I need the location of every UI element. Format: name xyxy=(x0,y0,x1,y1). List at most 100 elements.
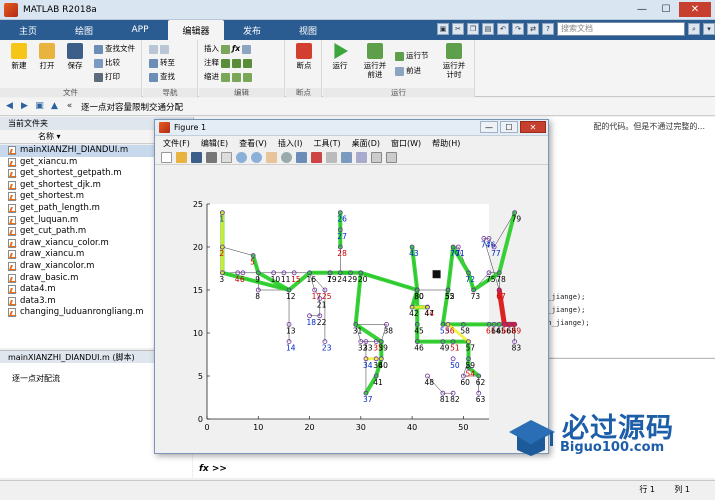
node-label: 73 xyxy=(471,292,481,301)
menu-help[interactable]: 帮助(H) xyxy=(432,138,460,149)
legend-icon[interactable] xyxy=(356,151,367,163)
node-label: 77 xyxy=(491,249,501,258)
undo-icon[interactable]: ↶ xyxy=(497,23,509,35)
figure-toolbar xyxy=(155,150,548,165)
network-plot[interactable]: 123 456 789 10 1112131415 16171819 20212223242… xyxy=(155,166,548,453)
ribbon-group-breakpoints: 断点 断点 xyxy=(286,40,322,97)
menu-file[interactable]: 文件(F) xyxy=(163,138,190,149)
up-folder-icon[interactable]: ▲ xyxy=(49,101,60,112)
menu-view[interactable]: 查看(V) xyxy=(239,138,267,149)
insert-button[interactable]: 插入 ƒx xyxy=(204,43,252,55)
node-label: 31 xyxy=(353,326,363,335)
minimize-button[interactable]: — xyxy=(631,2,653,17)
browse-folder-icon[interactable]: ▣ xyxy=(34,101,45,112)
redo-icon[interactable]: ↷ xyxy=(512,23,524,35)
menu-insert[interactable]: 插入(I) xyxy=(278,138,303,149)
brush-icon[interactable] xyxy=(311,151,322,163)
comment-icon xyxy=(221,58,230,68)
run-play-icon xyxy=(334,43,348,59)
ribbon-group-navigate: 转至 查找 导航 xyxy=(143,40,198,97)
run-and-time-button[interactable]: 运行并 计时 xyxy=(438,43,470,79)
ribbon-group-file: 新建 打开 保存 查找文件 比较 打印 文件 xyxy=(0,40,142,97)
figure-canvas[interactable]: 1 2 3 4 5 6 7 8 9 10 11 12 13 14 15 16 17 18 19 20 21 22 23 24 2… xyxy=(155,166,548,453)
folder-icon xyxy=(39,43,55,59)
decrease-indent-icon xyxy=(243,72,252,82)
node-label: 23 xyxy=(322,344,332,353)
breakpoints-button[interactable]: 断点 xyxy=(291,43,317,70)
rotate-icon[interactable] xyxy=(281,151,292,163)
comment-button[interactable]: 注释 xyxy=(204,57,252,69)
tab-home[interactable]: 主页 xyxy=(0,20,56,40)
figure-minimize-button[interactable]: — xyxy=(480,121,498,133)
copy-icon[interactable]: ❐ xyxy=(467,23,479,35)
goto-icon xyxy=(149,58,158,68)
tab-view[interactable]: 视图 xyxy=(280,20,336,40)
node-label: 12 xyxy=(286,292,296,301)
print-button[interactable]: 打印 xyxy=(94,71,120,83)
run-and-advance-button[interactable]: 运行并 前进 xyxy=(359,43,391,79)
tab-apps[interactable]: APP xyxy=(112,20,168,40)
m-file-icon xyxy=(8,215,16,225)
menu-desktop[interactable]: 桌面(D) xyxy=(352,138,380,149)
help-icon[interactable]: ? xyxy=(542,23,554,35)
save-quick-icon[interactable]: ▣ xyxy=(437,23,449,35)
node-label: 39 xyxy=(378,344,388,353)
show-plot-tools-icon[interactable] xyxy=(386,151,397,163)
find-button[interactable]: 查找 xyxy=(149,71,175,83)
node-label: 37 xyxy=(363,395,373,404)
save-figure-icon[interactable] xyxy=(191,151,202,163)
find-files-button[interactable]: 查找文件 xyxy=(94,43,135,55)
menu-tools[interactable]: 工具(T) xyxy=(313,138,340,149)
tab-plots[interactable]: 绘图 xyxy=(56,20,112,40)
current-path[interactable]: 逐一点对容量限制交通分配 xyxy=(81,101,183,113)
m-file-icon xyxy=(8,261,16,271)
node-label: 1 xyxy=(219,215,224,224)
new-figure-icon[interactable] xyxy=(161,151,172,163)
search-icon[interactable]: ⌕ xyxy=(688,23,700,35)
print-figure-icon[interactable] xyxy=(206,151,217,163)
tab-editor[interactable]: 编辑器 xyxy=(168,20,224,40)
link-plot-icon[interactable] xyxy=(326,151,337,163)
colorbar-icon[interactable] xyxy=(341,151,352,163)
m-file-icon xyxy=(8,296,16,306)
zoom-out-icon[interactable] xyxy=(251,151,262,163)
open-file-icon[interactable] xyxy=(176,151,187,163)
cut-icon[interactable]: ✂ xyxy=(452,23,464,35)
nav-back-forward[interactable] xyxy=(149,43,169,55)
menu-window[interactable]: 窗口(W) xyxy=(391,138,421,149)
notification-icon[interactable]: ▾ xyxy=(703,23,715,35)
hide-plot-tools-icon[interactable] xyxy=(371,151,382,163)
switch-window-icon[interactable]: ⇄ xyxy=(527,23,539,35)
figure-maximize-button[interactable]: ☐ xyxy=(500,121,518,133)
new-button[interactable]: 新建 xyxy=(6,43,32,70)
close-button[interactable]: ✕ xyxy=(679,2,711,17)
tab-publish[interactable]: 发布 xyxy=(224,20,280,40)
menu-edit[interactable]: 编辑(E) xyxy=(201,138,228,149)
search-docs-input[interactable]: 搜索文档 xyxy=(557,22,685,36)
node-label: 5 xyxy=(250,258,255,267)
open-button[interactable]: 打开 xyxy=(34,43,60,70)
goto-button[interactable]: 转至 xyxy=(149,57,175,69)
data-cursor-icon[interactable] xyxy=(296,151,307,163)
zoom-in-icon[interactable] xyxy=(236,151,247,163)
run-button[interactable]: 运行 xyxy=(327,43,353,70)
command-prompt[interactable]: fx >> xyxy=(193,460,715,478)
run-section-button[interactable]: 运行节 xyxy=(395,50,429,62)
node-label: 18 xyxy=(307,318,317,327)
node-label: 3 xyxy=(219,275,224,284)
paste-icon[interactable]: ▤ xyxy=(482,23,494,35)
figure-close-button[interactable]: ✕ xyxy=(520,121,546,133)
indent-button[interactable]: 缩进 xyxy=(204,71,252,83)
forward-arrow-icon[interactable]: ▶ xyxy=(19,101,30,112)
advance-button[interactable]: 前进 xyxy=(395,65,421,77)
node-label: 46 xyxy=(414,344,424,353)
new-plus-icon xyxy=(11,43,27,59)
back-arrow-icon[interactable]: ◀ xyxy=(4,101,15,112)
pan-hand-icon[interactable] xyxy=(266,151,277,163)
compare-button[interactable]: 比较 xyxy=(94,57,120,69)
figure-window[interactable]: Figure 1 — ☐ ✕ 文件(F) 编辑(E) 查看(V) 插入(I) 工… xyxy=(154,119,549,454)
maximize-button[interactable]: ☐ xyxy=(655,2,677,17)
save-button[interactable]: 保存 xyxy=(62,43,88,70)
pointer-icon[interactable] xyxy=(221,151,232,163)
x-tick-label: 30 xyxy=(356,423,366,432)
